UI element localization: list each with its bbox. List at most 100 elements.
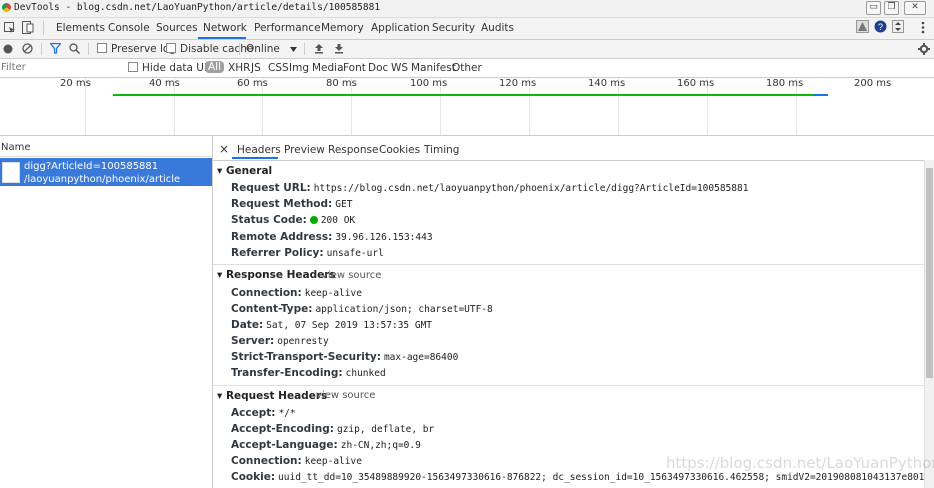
device-toolbar-icon[interactable] <box>22 21 34 34</box>
response-view-source-link[interactable]: view source <box>322 270 381 281</box>
section-request-headers-toggle[interactable]: ▾ Request Headers <box>217 390 327 402</box>
section-response-headers-title: Response Headers <box>225 269 336 281</box>
header-value: gzip, deflate, br <box>336 424 435 435</box>
tab-headers[interactable]: Headers <box>237 144 281 156</box>
header-row: Remote Address: 39.96.126.153:443 <box>231 231 433 243</box>
header-value: chunked <box>345 368 386 379</box>
record-icon[interactable] <box>3 44 13 54</box>
header-row: Strict-Transport-Security: max-age=86400 <box>231 351 458 363</box>
tab-memory[interactable]: Memory <box>321 22 364 34</box>
timeline-tick: 200 ms <box>854 78 892 89</box>
tab-console[interactable]: Console <box>108 22 150 34</box>
file-icon <box>2 162 20 183</box>
filter-type-img[interactable]: Img <box>289 62 309 74</box>
network-toolbar: Preserve log Disable cache Online <box>0 40 934 59</box>
timeline-tick: 180 ms <box>766 78 804 89</box>
header-value: 200 OK <box>320 215 356 226</box>
request-view-source-link[interactable]: view source <box>316 390 375 401</box>
tab-cookies[interactable]: Cookies <box>379 144 420 156</box>
header-key: Accept: <box>231 407 276 419</box>
preserve-log-checkbox[interactable]: Preserve log <box>97 43 176 55</box>
filter-type-css[interactable]: CSS <box>268 62 289 74</box>
restore-button[interactable]: ❐ <box>884 1 899 15</box>
header-row: Accept-Language: zh-CN,zh;q=0.9 <box>231 439 421 451</box>
tab-elements[interactable]: Elements <box>56 22 105 34</box>
header-value: max-age=86400 <box>383 352 459 363</box>
filter-type-media[interactable]: Media <box>312 62 344 74</box>
tab-sources[interactable]: Sources <box>156 22 198 34</box>
import-har-icon[interactable] <box>314 43 324 54</box>
filter-icon[interactable] <box>50 43 61 54</box>
active-tab-indicator <box>232 157 278 159</box>
close-details-button[interactable]: × <box>219 142 229 156</box>
tab-performance[interactable]: Performance <box>254 22 321 34</box>
tab-response[interactable]: Response <box>328 144 378 156</box>
header-key: Cookie: <box>231 471 276 483</box>
filter-type-ws[interactable]: WS <box>391 62 408 74</box>
request-path: /laoyuanpython/phoenix/article <box>24 174 181 185</box>
settings-gear-icon[interactable] <box>918 43 930 55</box>
divider <box>41 43 42 55</box>
divider <box>304 43 305 55</box>
request-row-selected[interactable]: digg?ArticleId=100585881 /laoyuanpython/… <box>0 158 212 186</box>
header-key: Request URL: <box>231 182 311 194</box>
more-menu-icon[interactable] <box>920 21 926 34</box>
header-value: 39.96.126.153:443 <box>335 232 433 243</box>
close-window-button[interactable]: ✕ <box>904 1 926 15</box>
tab-preview[interactable]: Preview <box>284 144 325 156</box>
minimize-button[interactable]: ▭ <box>866 1 881 15</box>
section-response-headers-toggle[interactable]: ▾ Response Headers <box>217 269 336 281</box>
section-general-toggle[interactable]: ▾ General <box>217 165 272 177</box>
search-icon[interactable] <box>69 43 80 54</box>
tab-application[interactable]: Application <box>371 22 430 34</box>
filter-type-js[interactable]: JS <box>251 62 261 74</box>
header-value: keep-alive <box>304 288 362 299</box>
disable-cache-label: Disable cache <box>180 43 254 55</box>
clear-icon[interactable] <box>22 43 33 54</box>
header-row: Server: openresty <box>231 335 329 347</box>
tab-network[interactable]: Network <box>203 22 247 34</box>
tab-audits[interactable]: Audits <box>481 22 514 34</box>
warning-icon[interactable] <box>856 20 869 33</box>
header-row: Accept-Encoding: gzip, deflate, br <box>231 423 434 435</box>
tab-timing[interactable]: Timing <box>424 144 459 156</box>
throttle-select[interactable]: Online <box>246 43 280 55</box>
filter-type-xhr[interactable]: XHR <box>228 62 250 74</box>
header-value: GET <box>335 199 353 210</box>
checkbox-box <box>97 43 107 53</box>
filter-type-manifest[interactable]: Manifest <box>411 62 456 74</box>
help-icon[interactable]: ? <box>874 20 887 33</box>
filter-type-all[interactable]: All <box>205 61 225 73</box>
timeline-tick: 80 ms <box>326 78 357 89</box>
devtools-tab-bar: Elements Console Sources Network Perform… <box>0 18 934 40</box>
chrome-icon <box>2 3 11 12</box>
chevron-down-icon <box>290 47 297 52</box>
header-value: keep-alive <box>304 456 362 467</box>
filter-type-font[interactable]: Font <box>343 62 366 74</box>
dock-side-icon[interactable] <box>892 20 904 33</box>
section-request-headers-title: Request Headers <box>225 390 328 402</box>
header-row: Transfer-Encoding: chunked <box>231 367 386 379</box>
request-details-panel: × Headers Preview Response Cookies Timin… <box>213 136 934 488</box>
header-row: Connection: keep-alive <box>231 287 362 299</box>
request-name: digg?ArticleId=100585881 <box>24 161 159 172</box>
header-key: Accept-Encoding: <box>231 423 334 435</box>
inspect-element-icon[interactable] <box>4 22 16 34</box>
filter-input[interactable] <box>1 61 111 74</box>
timeline-overview[interactable]: 20 ms 40 ms 60 ms 80 ms 100 ms 120 ms 14… <box>0 78 934 136</box>
export-har-icon[interactable] <box>334 43 344 54</box>
header-value: https://blog.csdn.net/laoyuanpython/phoe… <box>313 183 749 194</box>
filter-type-doc[interactable]: Doc <box>368 62 388 74</box>
details-scrollbar[interactable] <box>924 160 934 488</box>
disable-cache-checkbox[interactable]: Disable cache <box>166 43 253 55</box>
details-tab-bar: × Headers Preview Response Cookies Timin… <box>213 136 934 161</box>
tab-security[interactable]: Security <box>432 22 475 34</box>
divider <box>43 21 44 35</box>
header-key: Connection: <box>231 455 302 467</box>
scrollbar-thumb[interactable] <box>926 168 933 378</box>
name-column-header[interactable]: Name <box>0 136 212 157</box>
request-timing-bar <box>113 94 828 96</box>
throttle-value: Online <box>246 43 280 55</box>
filter-type-other[interactable]: Other <box>452 62 482 74</box>
header-key: Accept-Language: <box>231 439 338 451</box>
